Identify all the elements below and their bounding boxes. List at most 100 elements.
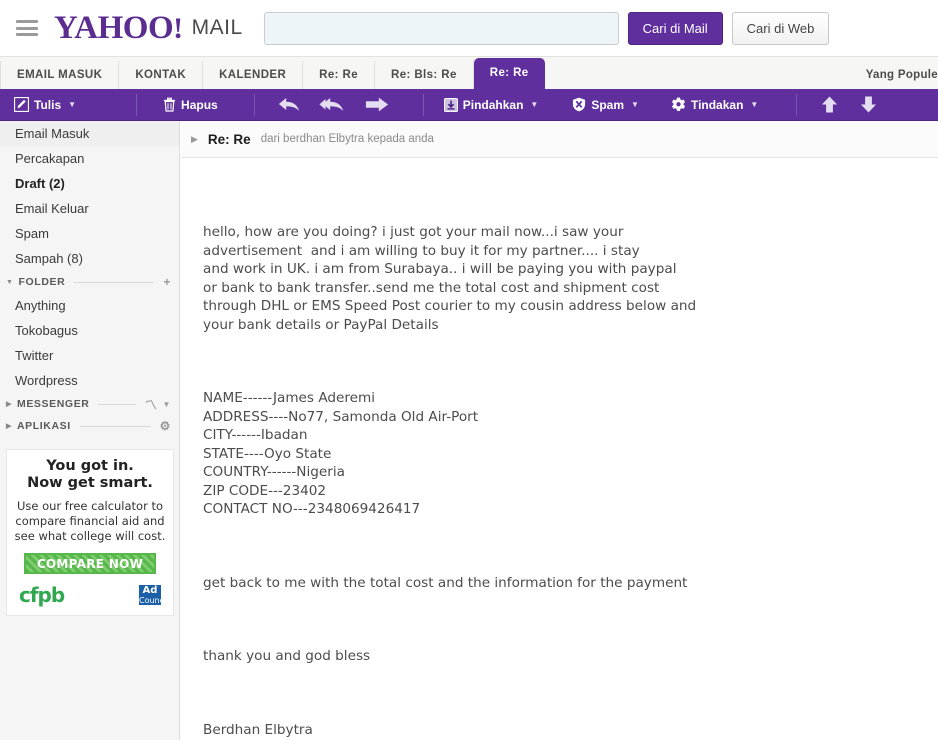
actions-button[interactable]: Tindakan ▼: [651, 89, 770, 121]
delete-button[interactable]: Hapus: [137, 89, 230, 121]
actions-label: Tindakan: [690, 97, 744, 112]
chevron-down-icon: ▼: [530, 100, 539, 109]
move-button[interactable]: Pindahkan ▼: [424, 89, 551, 121]
sidebar-section-aplikasi[interactable]: ▶ APLIKASI ⚙: [0, 415, 179, 437]
top-bar: YAHOO! MAIL Cari di Mail Cari di Web: [0, 0, 938, 56]
chevron-down-icon[interactable]: ▼: [162, 400, 171, 409]
yahoo-mail-window: YAHOO! MAIL Cari di Mail Cari di Web EMA…: [0, 0, 938, 740]
tab-message-re-re-1[interactable]: Re: Re: [303, 61, 375, 89]
reply-all-button[interactable]: [313, 89, 359, 121]
popular-label[interactable]: Yang Popule: [866, 61, 938, 89]
yahoo-logo[interactable]: YAHOO!: [54, 9, 183, 46]
search-input[interactable]: [263, 11, 619, 45]
hamburger-bar: [16, 20, 38, 23]
tab-strip: EMAIL MASUK KONTAK KALENDER Re: Re Re: B…: [0, 56, 938, 89]
message-from-line: dari berdhan Elbytra kepada anda: [260, 133, 434, 145]
sidebar-item-email-masuk[interactable]: Email Masuk: [0, 121, 179, 146]
message-subject: Re: Re: [207, 131, 251, 147]
spam-label: Spam: [591, 97, 625, 112]
gear-icon: [671, 97, 686, 112]
hamburger-bar: [16, 26, 38, 30]
message-address-block: NAME------James Aderemi ADDRESS----No77,…: [203, 390, 479, 517]
spam-shield-icon: [572, 97, 586, 112]
ad-cta-button[interactable]: COMPARE NOW: [24, 553, 156, 575]
search-mail-button[interactable]: Cari di Mail: [627, 11, 723, 45]
messenger-status-icon[interactable]: 〽: [145, 396, 158, 413]
sidebar-section-messenger-label: MESSENGER: [16, 398, 90, 410]
reply-arrow-icon: [277, 95, 301, 114]
down-arrow-icon: [860, 95, 877, 114]
tab-kontak[interactable]: KONTAK: [119, 61, 204, 89]
sidebar-item-draft[interactable]: Draft (2): [0, 171, 179, 196]
sidebar-item-twitter[interactable]: Twitter: [0, 343, 179, 368]
sidebar-advertisement[interactable]: You got in. Now get smart. Use our free …: [6, 449, 174, 617]
product-name: MAIL: [191, 16, 243, 39]
triangle-right-icon: ▶: [6, 423, 12, 430]
sidebar-item-anything[interactable]: Anything: [0, 293, 179, 318]
sidebar-section-messenger[interactable]: ▶ MESSENGER 〽 ▼: [0, 393, 179, 415]
ad-headline-line2: Now get smart.: [27, 475, 153, 492]
divider: [98, 403, 136, 405]
move-folder-icon: [443, 97, 458, 112]
sidebar-section-folder[interactable]: ▼ FOLDER +: [0, 271, 179, 293]
hamburger-bar: [16, 33, 38, 36]
triangle-down-icon: ▼: [6, 278, 14, 286]
tab-kalender[interactable]: KALENDER: [203, 61, 304, 89]
up-arrow-icon: [821, 95, 838, 114]
delete-label: Hapus: [181, 97, 218, 112]
triangle-right-icon: ▶: [6, 401, 12, 408]
search-web-button[interactable]: Cari di Web: [731, 11, 830, 45]
ad-body-text: Use our free calculator to compare finan…: [14, 498, 166, 544]
tab-message-re-re-active[interactable]: Re: Re: [473, 58, 545, 89]
message-header: ▶ Re: Re dari berdhan Elbytra kepada and…: [181, 121, 938, 158]
ad-footer: cfpb Ad Council: [13, 583, 168, 608]
message-toolbar: Tulis ▼ Hapus Pindahkan ▼ Spam ▼ Tindaka…: [0, 89, 938, 121]
hamburger-icon[interactable]: [16, 20, 38, 36]
previous-message-button[interactable]: [797, 89, 850, 121]
reply-button[interactable]: [255, 89, 313, 121]
sidebar-item-spam[interactable]: Spam: [0, 221, 179, 246]
message-paragraph-3: thank you and god bless: [203, 648, 371, 664]
compose-label: Tulis: [34, 97, 62, 112]
message-pane: ▶ Re: Re dari berdhan Elbytra kepada and…: [181, 121, 938, 740]
sidebar-item-email-keluar[interactable]: Email Keluar: [0, 196, 179, 221]
chevron-down-icon: ▼: [750, 100, 759, 109]
gear-icon[interactable]: ⚙: [160, 419, 171, 433]
divider: [74, 281, 155, 283]
plus-icon[interactable]: +: [163, 275, 171, 289]
ad-council-top: Ad: [142, 585, 158, 597]
sidebar-item-wordpress[interactable]: Wordpress: [0, 368, 179, 393]
sidebar: Email Masuk Percakapan Draft (2) Email K…: [0, 121, 180, 740]
trash-icon: [163, 97, 176, 112]
move-label: Pindahkan: [462, 97, 524, 112]
sidebar-item-sampah[interactable]: Sampah (8): [0, 246, 179, 271]
ad-council-icon[interactable]: Ad Council: [139, 585, 168, 606]
message-paragraph-2: get back to me with the total cost and t…: [203, 574, 688, 591]
forward-button[interactable]: [359, 89, 401, 121]
sidebar-item-percakapan[interactable]: Percakapan: [0, 146, 179, 171]
message-paragraph-1: hello, how are you doing? i just got you…: [203, 224, 697, 333]
spam-button[interactable]: Spam ▼: [550, 89, 651, 121]
next-message-button[interactable]: [850, 89, 889, 121]
compose-button[interactable]: Tulis ▼: [0, 89, 88, 121]
yahoo-logo-bang: !: [173, 11, 183, 45]
reply-all-arrow-icon: [319, 95, 347, 114]
divider: [79, 425, 151, 427]
message-body: hello, how are you doing? i just got you…: [181, 158, 938, 740]
forward-arrow-icon: [365, 95, 389, 114]
tab-message-re-bls-re[interactable]: Re: Bls: Re: [375, 61, 474, 89]
ad-headline-line1: You got in.: [46, 458, 134, 474]
cfpb-logo: cfpb: [19, 583, 65, 608]
ad-council-bottom: Council: [139, 596, 169, 606]
compose-pencil-icon: [14, 97, 29, 112]
sidebar-item-tokobagus[interactable]: Tokobagus: [0, 318, 179, 343]
triangle-right-icon[interactable]: ▶: [191, 134, 198, 145]
search-area: Cari di Mail Cari di Web: [263, 11, 830, 45]
chevron-down-icon: ▼: [68, 100, 77, 109]
sidebar-section-aplikasi-label: APLIKASI: [16, 420, 71, 432]
tab-email-masuk[interactable]: EMAIL MASUK: [0, 61, 120, 89]
message-signature: Berdhan Elbytra: [203, 721, 313, 738]
yahoo-logo-text: YAHOO: [54, 9, 174, 46]
sidebar-section-folder-label: FOLDER: [18, 276, 66, 288]
chevron-down-icon: ▼: [631, 100, 639, 109]
